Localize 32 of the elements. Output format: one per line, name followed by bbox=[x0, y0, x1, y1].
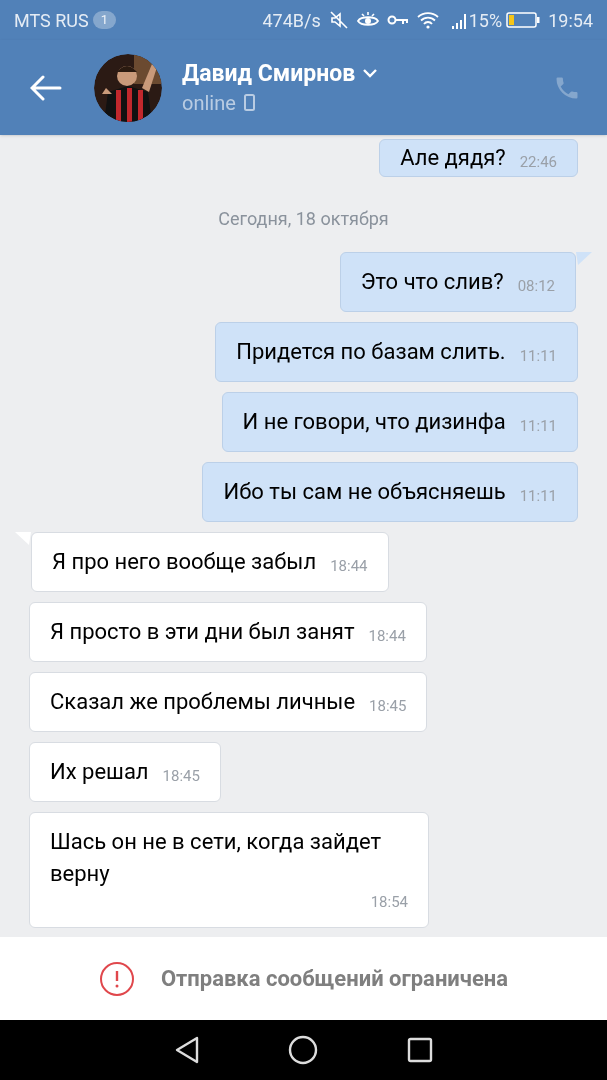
outgoing-message[interactable]: И не говори, что дизинфа 11:11 bbox=[221, 392, 578, 452]
incoming-message[interactable]: Их решал 18:45 bbox=[29, 742, 221, 802]
phone-device-icon bbox=[243, 94, 255, 111]
signal-icon bbox=[450, 11, 469, 29]
battery-percent: 15% bbox=[468, 8, 503, 33]
restriction-notice: Отправка сообщений ограничена bbox=[160, 965, 509, 993]
notification-count: 1 bbox=[92, 11, 116, 29]
carrier-name: MTS RUS bbox=[14, 8, 89, 33]
date-separator: Сегодня, 18 октября bbox=[218, 208, 389, 229]
battery-icon bbox=[506, 11, 541, 29]
incoming-message[interactable]: Шась он не в сети, когда зайдет верну 18:54 bbox=[29, 812, 429, 928]
home-nav-icon[interactable] bbox=[288, 1035, 319, 1065]
clock: 19:54 bbox=[548, 8, 593, 33]
incoming-message[interactable]: Я про него вообще забыл 18:44 bbox=[31, 532, 389, 592]
outgoing-message[interactable]: Але дядя? 22:46 bbox=[379, 139, 578, 177]
warning-icon bbox=[98, 960, 135, 997]
incoming-message[interactable]: Сказал же проблемы личные 18:45 bbox=[29, 672, 428, 732]
network-speed: 474B/s bbox=[262, 8, 321, 33]
eye-icon bbox=[356, 11, 379, 29]
chevron-down-icon[interactable] bbox=[363, 69, 378, 78]
outgoing-message[interactable]: Это что слив? 08:12 bbox=[339, 252, 576, 312]
muted-icon bbox=[328, 10, 349, 30]
outgoing-message[interactable]: Придется по базам слить. 11:11 bbox=[215, 322, 578, 382]
wifi-icon bbox=[416, 11, 439, 29]
back-nav-icon[interactable] bbox=[174, 1036, 201, 1064]
incoming-message[interactable]: Я просто в эти дни был занят 18:44 bbox=[29, 602, 427, 662]
contact-name[interactable]: Давид Смирнов bbox=[182, 58, 356, 89]
recents-nav-icon[interactable] bbox=[406, 1037, 433, 1063]
back-arrow-icon[interactable] bbox=[30, 74, 62, 101]
online-status: online bbox=[182, 89, 236, 117]
key-icon bbox=[386, 14, 409, 26]
outgoing-message[interactable]: Ибо ты сам не объясняешь 11:11 bbox=[202, 462, 578, 522]
